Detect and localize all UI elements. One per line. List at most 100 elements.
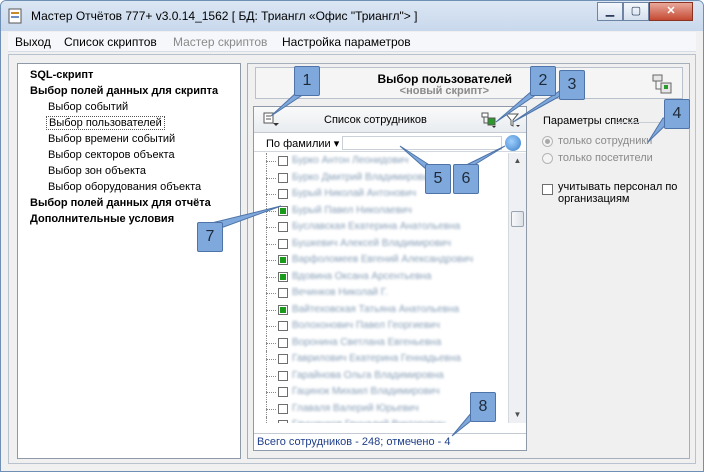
wizard-steps-tree: SQL-скрипт Выбор полей данных для скрипт… <box>17 63 241 459</box>
employee-row[interactable]: Вечинков Николай Г. <box>254 285 508 302</box>
callout-7: 7 <box>197 222 223 252</box>
params-title: Параметры списка <box>543 115 639 127</box>
employee-checkbox[interactable] <box>278 370 288 381</box>
employee-row[interactable]: Буславская Екатерина Анатольевна <box>254 219 508 236</box>
employee-row[interactable]: Воронина Светлана Евгеньевна <box>254 334 508 352</box>
callout-2: 2 <box>530 66 556 96</box>
employee-name: Бурко Антон Леонидович <box>292 155 409 166</box>
tree-line <box>266 161 276 162</box>
employee-checkbox[interactable] <box>278 304 288 315</box>
search-icon[interactable] <box>505 135 521 151</box>
employee-row[interactable]: Гарайнова Ольга Владимировна <box>254 367 508 385</box>
employee-checkbox[interactable] <box>278 387 288 397</box>
employee-checkbox[interactable] <box>278 156 288 166</box>
employee-name: Варфоломеев Евгений Александрович <box>292 254 474 265</box>
sort-dropdown[interactable]: По фамилии ▾ <box>266 137 339 150</box>
window-title: Мастер Отчётов 777+ v3.0.14_1562 [ БД: Т… <box>31 9 418 23</box>
employee-row[interactable]: Бурый Павел Николаевич <box>254 202 508 220</box>
close-icon: ✕ <box>666 5 676 17</box>
employee-row[interactable]: Бушкевич Алексей Владимирович <box>254 235 508 253</box>
employee-count-status: Всего сотрудников - 248; отмечено - 4 <box>257 436 451 448</box>
tree-item-object-sectors[interactable]: Выбор секторов объекта <box>48 149 175 161</box>
minimize-button[interactable]: ▁ <box>597 2 623 21</box>
employee-checkbox[interactable] <box>278 271 288 282</box>
employee-name: Бурко Дмитрий Владимирович <box>292 171 435 183</box>
scroll-down-icon[interactable]: ▼ <box>509 407 526 423</box>
menu-settings[interactable]: Настройка параметров <box>282 35 411 49</box>
menu-bar: Выход Список скриптов Мастер скриптов На… <box>8 32 696 52</box>
tree-line <box>266 417 278 423</box>
employee-row[interactable]: Волохонович Павел Георгиевич <box>254 318 508 335</box>
by-organization-label[interactable]: учитывать персонал по организациям <box>558 181 678 205</box>
close-button[interactable]: ✕ <box>649 2 693 21</box>
sort-label: По фамилии <box>266 138 331 150</box>
employee-row[interactable]: Вдовина Оксана Арсентьевна <box>254 268 508 286</box>
tree-item-events[interactable]: Выбор событий <box>48 101 128 113</box>
vertical-scrollbar[interactable]: ▲ ▼ <box>508 153 526 423</box>
menu-script-list[interactable]: Список скриптов <box>64 35 157 49</box>
employee-checkbox[interactable] <box>278 420 288 423</box>
tree-line <box>266 260 276 261</box>
employee-row[interactable]: Вайтеховская Татьяна Анатольевна <box>254 301 508 319</box>
by-organization-checkbox[interactable] <box>542 184 553 195</box>
employee-checkbox[interactable] <box>278 255 288 265</box>
list-options-icon[interactable] <box>262 111 280 129</box>
tree-item-event-time[interactable]: Выбор времени событий <box>48 133 175 145</box>
tree-line <box>266 276 276 278</box>
scroll-up-icon[interactable]: ▲ <box>509 153 526 169</box>
tree-item-extra-conditions[interactable]: Дополнительные условия <box>30 213 174 225</box>
tree-line <box>266 293 276 294</box>
employee-name: Гаврилович Екатерина Геннадьевна <box>292 353 461 364</box>
employee-checkbox[interactable] <box>278 172 288 183</box>
callout-6: 6 <box>453 164 479 194</box>
employee-checkbox[interactable] <box>278 337 288 348</box>
page-title: Выбор пользователей <box>377 72 512 86</box>
tree-item-script-fields[interactable]: Выбор полей данных для скрипта <box>30 85 218 97</box>
employee-row[interactable]: Гаврилович Екатерина Геннадьевна <box>254 351 508 368</box>
script-name: <новый скрипт> <box>399 85 489 97</box>
tree-item-object-equipment[interactable]: Выбор оборудования объекта <box>48 181 201 193</box>
scroll-thumb[interactable] <box>511 211 524 227</box>
employee-checkbox[interactable] <box>278 238 288 249</box>
tree-line <box>266 194 276 195</box>
maximize-button[interactable]: ▢ <box>623 2 649 21</box>
employee-row[interactable]: Варфоломеев Евгений Александрович <box>254 252 508 269</box>
employee-name: Вечинков Николай Г. <box>292 287 388 298</box>
employee-checkbox[interactable] <box>278 403 288 414</box>
search-input[interactable] <box>342 136 502 150</box>
employee-checkbox[interactable] <box>278 321 288 331</box>
employee-checkbox[interactable] <box>278 288 288 298</box>
sort-row: По фамилии ▾ <box>254 134 526 152</box>
employee-checkbox[interactable] <box>278 222 288 232</box>
employee-name: Воронина Светлана Евгеньевна <box>292 336 442 348</box>
menu-exit[interactable]: Выход <box>15 35 51 49</box>
tree-item-object-zones[interactable]: Выбор зон объекта <box>48 165 146 177</box>
filter-icon[interactable] <box>504 111 522 129</box>
employee-checkbox[interactable] <box>278 354 288 364</box>
radio-only-employees <box>542 136 553 147</box>
employee-name: Бушкевич Алексей Владимирович <box>292 237 451 249</box>
tree-line <box>266 408 276 410</box>
callout-5: 5 <box>425 164 451 194</box>
tree-line <box>266 309 276 311</box>
tree-line <box>266 177 276 179</box>
menu-script-wizard: Мастер скриптов <box>173 35 268 49</box>
callout-3: 3 <box>559 70 585 100</box>
tree-line <box>266 375 276 377</box>
callout-4: 4 <box>664 99 690 129</box>
status-bar: Всего сотрудников - 248; отмечено - 4 <box>254 433 526 450</box>
list-params-group: Параметры списка только сотрудники тольк… <box>533 106 683 451</box>
employee-checkbox[interactable] <box>278 205 288 216</box>
employee-name: Главаля Валерий Юрьевич <box>292 402 419 414</box>
employee-name: Бурый Павел Николаевич <box>292 204 412 216</box>
tree-item-report-fields[interactable]: Выбор полей данных для отчёта <box>30 197 211 209</box>
minimize-icon: ▁ <box>605 5 615 17</box>
tree-item-users[interactable]: Выбор пользователей <box>46 116 165 130</box>
tree-line <box>266 243 276 245</box>
tree-line <box>266 342 276 344</box>
group-select-icon[interactable] <box>480 111 498 129</box>
employee-checkbox[interactable] <box>278 189 288 199</box>
tree-item-sql-script[interactable]: SQL-скрипт <box>30 69 93 81</box>
radio-only-employees-label: только сотрудники <box>558 135 653 147</box>
employee-name: Вдовина Оксана Арсентьевна <box>292 270 432 282</box>
